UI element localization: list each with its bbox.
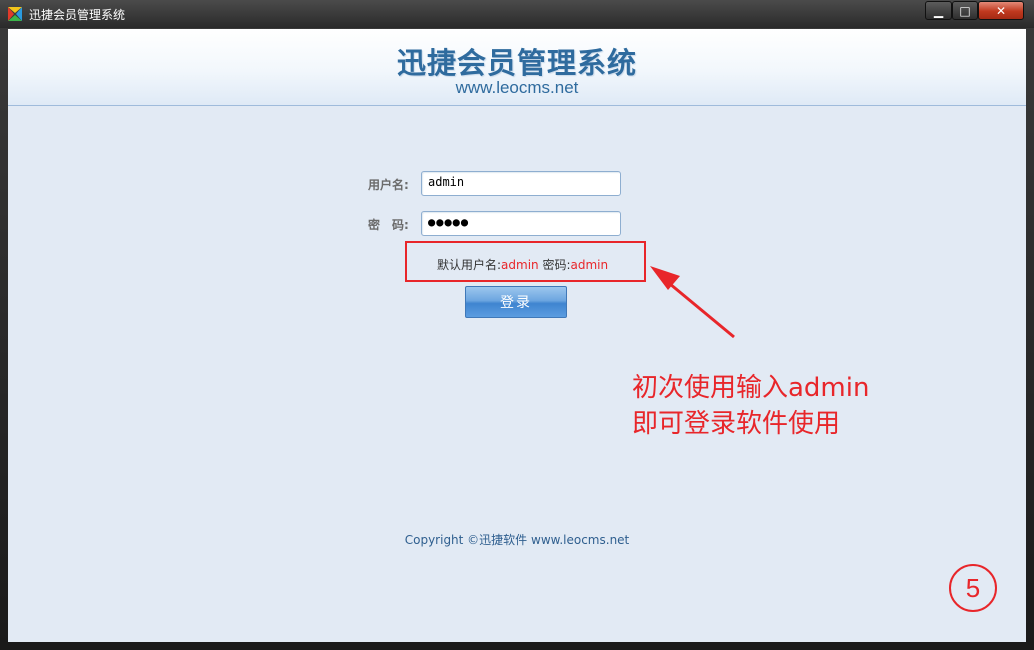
annotation-line-2: 即可登录软件使用: [632, 409, 841, 439]
annotation-arrow-icon: [650, 266, 735, 339]
minimize-icon: ▁: [933, 3, 944, 18]
close-button[interactable]: ✕: [978, 1, 1024, 20]
minimize-button[interactable]: ▁: [925, 1, 952, 20]
annotation-line-1: 初次使用输入admin: [632, 373, 870, 403]
close-icon: ✕: [995, 3, 1007, 18]
step-number-badge: 5: [949, 564, 997, 612]
app-logo-icon: [8, 7, 22, 21]
maximize-button[interactable]: □: [952, 1, 978, 20]
copyright-text: Copyright ©迅捷软件 www.leocms.net: [404, 533, 630, 547]
window-title: 迅捷会员管理系统: [29, 8, 126, 22]
login-panel: 迅捷会员管理系统 www.leocms.net 用户名: admin 密 码: …: [8, 29, 1026, 642]
app-window: 迅捷会员管理系统 ▁ □ ✕ 迅捷会员管理系统 www.leocms.net 用…: [0, 0, 1034, 650]
maximize-icon: □: [959, 3, 971, 18]
title-bar[interactable]: 迅捷会员管理系统 ▁ □ ✕: [0, 0, 1034, 28]
